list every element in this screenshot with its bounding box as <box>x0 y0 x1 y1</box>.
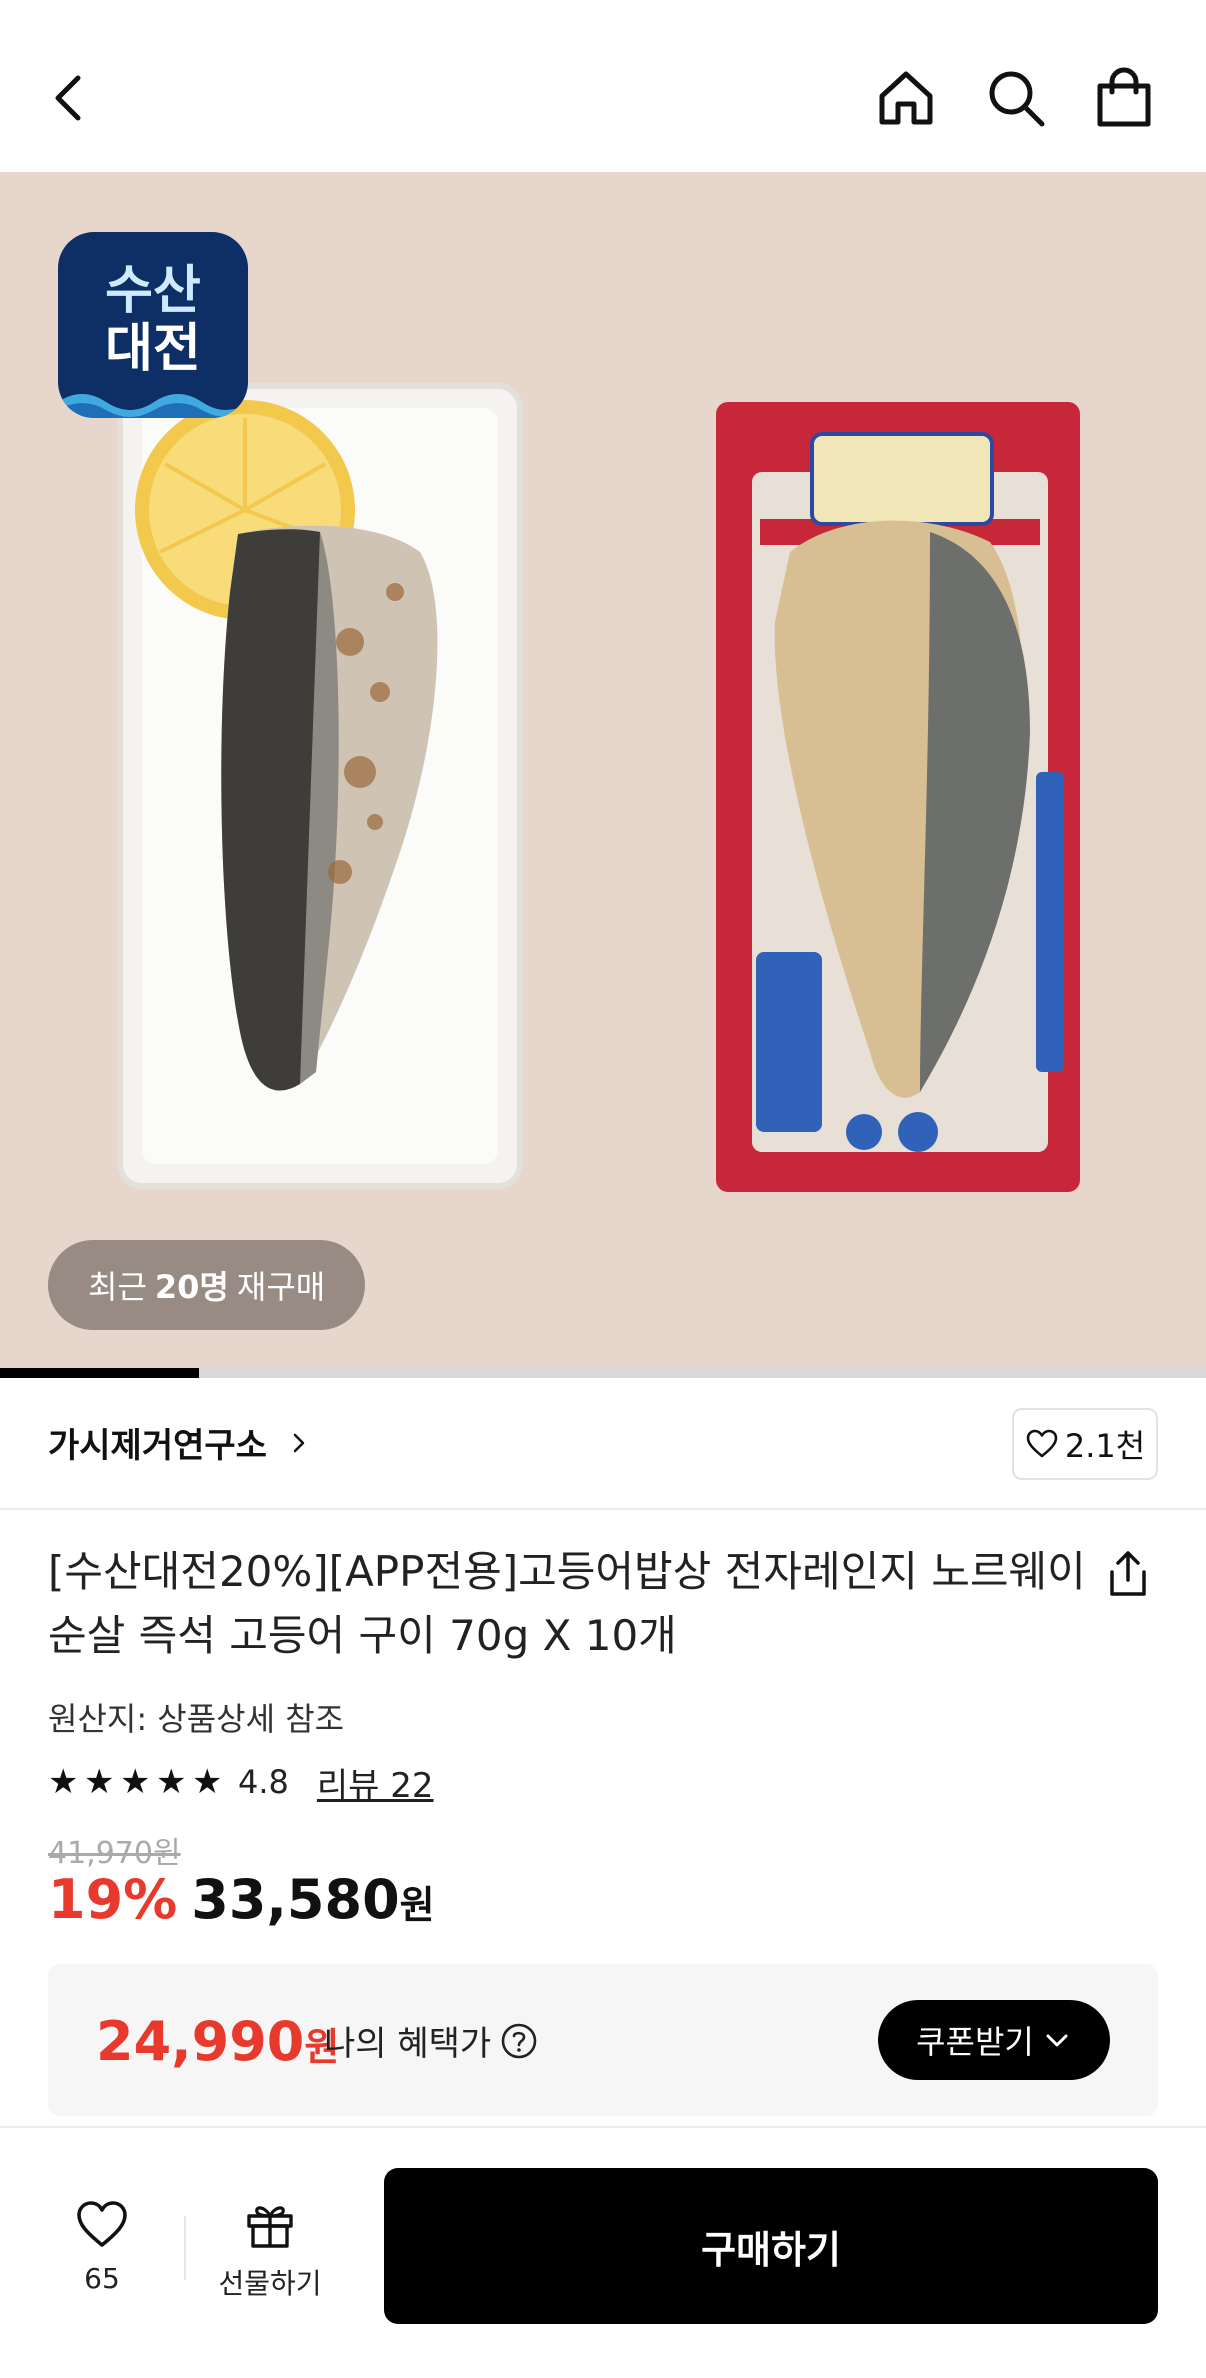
help-icon[interactable] <box>499 2021 539 2061</box>
product-origin: 원산지: 상품상세 참조 <box>48 1700 345 1738</box>
heart-icon <box>77 2201 127 2247</box>
brand-like-button[interactable]: 2.1천 <box>1012 1408 1158 1480</box>
carousel-progress-track <box>0 1368 1206 1378</box>
share-icon <box>1110 1551 1146 1596</box>
buy-button[interactable]: 구매하기 <box>384 2168 1158 2324</box>
star-icon: ★ <box>84 1762 115 1802</box>
wishlist-button[interactable]: 65 <box>50 2198 154 2308</box>
back-icon <box>55 75 81 121</box>
back-button[interactable] <box>30 58 110 138</box>
rebuy-suffix: 재구매 <box>236 1268 326 1306</box>
brand-row: 가시제거연구소 2.1천 <box>0 1378 1206 1510</box>
gift-button[interactable]: 선물하기 <box>212 2198 328 2308</box>
shopping-bag-icon <box>1097 67 1151 127</box>
heart-icon <box>1026 1429 1058 1458</box>
reviews-link[interactable]: 리뷰 22 <box>317 1758 434 1807</box>
product-image-carousel[interactable]: 수산 대전 최근 20명 재구매 <box>0 172 1206 1368</box>
rating-stars: ★ ★ ★ ★ ★ <box>48 1765 228 1799</box>
wishlist-count: 65 <box>84 2262 120 2295</box>
rebuy-prefix: 최근 <box>88 1268 147 1306</box>
gift-icon <box>247 2206 293 2248</box>
home-button[interactable] <box>866 58 946 138</box>
home-icon <box>879 71 933 125</box>
benefit-label-row: 나의 혜택가 <box>324 2016 539 2065</box>
brand-link[interactable]: 가시제거연구소 <box>48 1418 311 1467</box>
rebuy-count: 20명 <box>154 1268 229 1306</box>
rating-row: ★ ★ ★ ★ ★ 4.8 리뷰 22 <box>48 1758 434 1807</box>
divider <box>184 2216 186 2280</box>
original-price: 41,970원 <box>48 1836 181 1871</box>
brand-like-count: 2.1천 <box>1064 1427 1146 1465</box>
chevron-right-icon <box>293 1433 305 1452</box>
brand-name: 가시제거연구소 <box>48 1426 267 1466</box>
coupon-button[interactable]: 쿠폰받기 <box>878 2000 1110 2080</box>
price-row: 19% 33,580 원 <box>48 1868 435 1938</box>
badge-line-2: 대전 <box>105 319 201 379</box>
badge-line-1: 수산 <box>105 261 201 321</box>
rebuy-badge: 최근 20명 재구매 <box>48 1240 366 1330</box>
star-icon: ★ <box>120 1762 151 1802</box>
share-button[interactable] <box>1094 1540 1162 1608</box>
gift-label: 선물하기 <box>218 2267 322 2300</box>
search-icon <box>989 71 1045 127</box>
discount-rate: 19% <box>48 1868 178 1931</box>
product-title: [수산대전20%][APP전용]고등어밥상 전자레인지 노르웨이 순살 즉석 고… <box>48 1547 1086 1660</box>
chevron-down-icon <box>1046 2034 1068 2047</box>
search-button[interactable] <box>976 58 1056 138</box>
top-app-bar <box>0 0 1206 172</box>
benefit-price-box: 24,990 원 나의 혜택가 쿠폰받기 <box>48 1964 1158 2116</box>
event-badge-logo: 수산 대전 <box>58 232 248 418</box>
star-icon: ★ <box>192 1762 223 1802</box>
carousel-progress-fill <box>0 1368 199 1378</box>
cart-button[interactable] <box>1084 58 1164 138</box>
sale-price: 33,580 <box>191 1868 400 1931</box>
bottom-action-bar: 65 선물하기 구매하기 <box>0 2126 1206 2378</box>
benefit-price-value: 24,990 <box>96 2010 305 2073</box>
star-icon: ★ <box>156 1762 187 1802</box>
benefit-label: 나의 혜택가 <box>324 2024 492 2064</box>
sale-price-unit: 원 <box>399 1883 435 1927</box>
wave-icon <box>58 394 248 418</box>
rating-score: 4.8 <box>238 1763 289 1801</box>
star-icon: ★ <box>48 1762 79 1802</box>
benefit-price: 24,990 원 <box>96 2010 339 2073</box>
coupon-label: 쿠폰받기 <box>916 2023 1034 2061</box>
